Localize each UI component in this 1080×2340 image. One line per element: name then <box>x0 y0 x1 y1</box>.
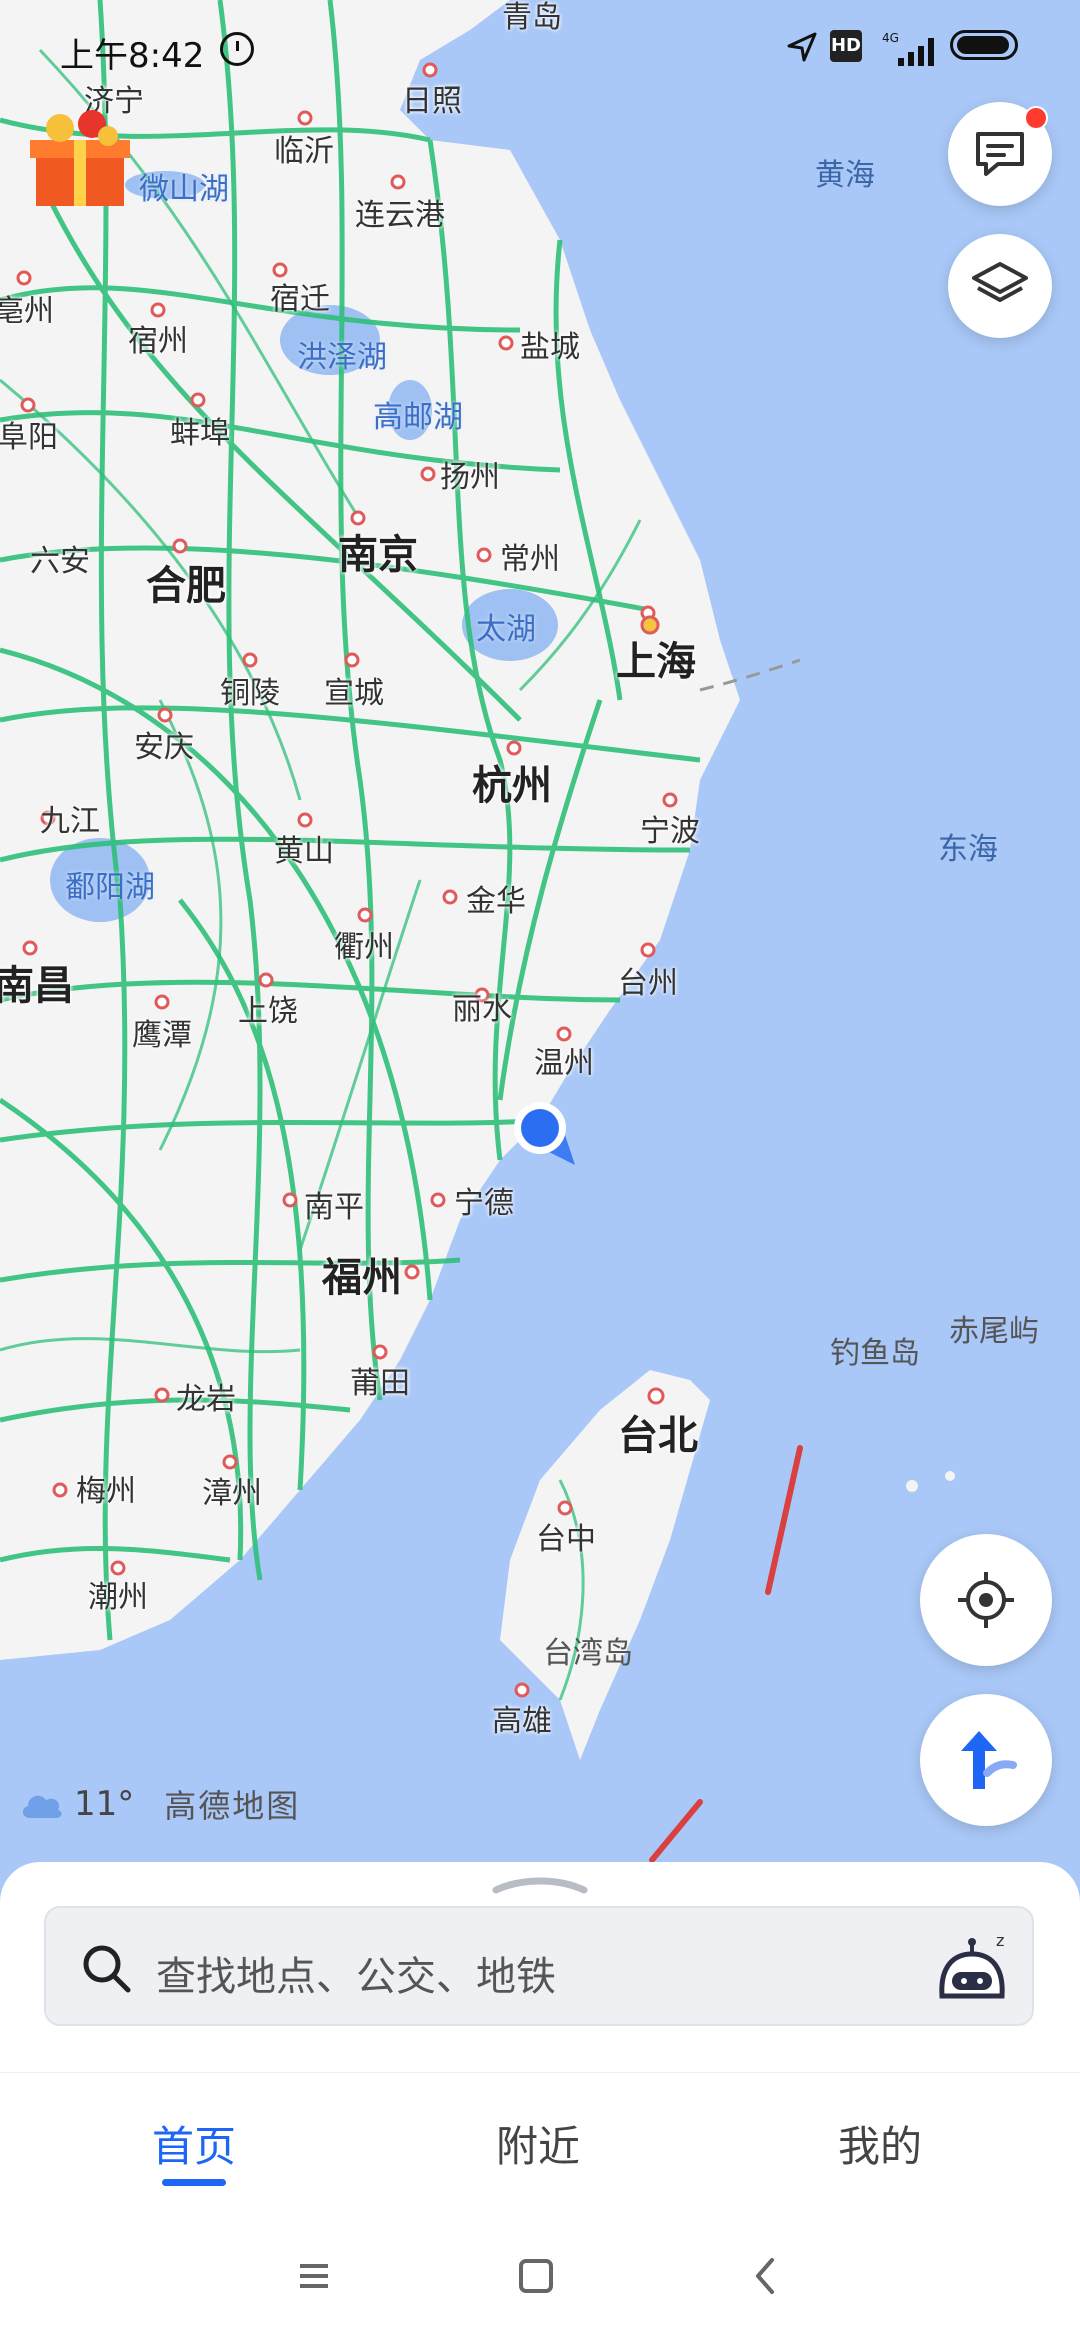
gift-icon[interactable] <box>30 110 130 210</box>
recent-apps-button[interactable] <box>286 2248 342 2304</box>
city-label[interactable]: 蚌埠 <box>170 408 230 452</box>
svg-text:z: z <box>996 1931 1004 1950</box>
city-label[interactable]: 鹰潭 <box>132 1010 192 1054</box>
locate-me-button[interactable] <box>920 1534 1052 1666</box>
tab-bar: 首页 附近 我的 <box>0 2072 1080 2212</box>
sheet-handle-icon[interactable] <box>492 1876 588 1894</box>
hd-icon: HD <box>830 30 862 62</box>
messages-button[interactable] <box>948 102 1052 206</box>
city-label[interactable]: 宿州 <box>128 316 188 360</box>
city-label[interactable]: 阜阳 <box>0 412 58 456</box>
sea-label: 东海 <box>938 832 998 867</box>
city-label[interactable]: 六安 <box>30 536 90 580</box>
map-view[interactable]: 黄海 东海 微山湖 洪泽湖 高邮湖 太湖 鄱阳湖 钓鱼岛 赤尾屿 台湾岛 南京 … <box>0 0 1080 1870</box>
city-label[interactable]: 宿迁 <box>270 274 330 318</box>
notification-badge <box>1024 106 1048 130</box>
city-label[interactable]: 漳州 <box>202 1468 262 1512</box>
search-input[interactable]: 查找地点、公交、地铁 <box>156 1944 556 2002</box>
back-button[interactable] <box>738 2248 794 2304</box>
voice-assistant-icon[interactable]: z <box>930 1926 1014 2010</box>
bottom-sheet[interactable]: 查找地点、公交、地铁 z <box>0 1862 1080 2072</box>
search-icon <box>83 1945 131 1993</box>
city-label[interactable]: 温州 <box>534 1038 594 1082</box>
city-label[interactable]: 连云港 <box>355 190 445 234</box>
city-label[interactable]: 潮州 <box>88 1572 148 1616</box>
city-label[interactable]: 南昌 <box>0 953 74 1011</box>
city-label[interactable]: 衢州 <box>334 922 394 966</box>
city-label[interactable]: 台北 <box>618 1403 698 1461</box>
cloud-icon <box>22 1795 62 1818</box>
temperature-label: 11° <box>74 1784 135 1824</box>
map-canvas <box>0 0 1080 1870</box>
city-label[interactable]: 宁波 <box>640 806 700 850</box>
city-label[interactable]: 黄山 <box>274 826 334 870</box>
city-label[interactable]: 丽水 <box>452 984 512 1028</box>
lake-label: 微山湖 <box>139 172 229 207</box>
island-label: 赤尾屿 <box>949 1314 1039 1349</box>
city-label[interactable]: 宁德 <box>454 1178 514 1222</box>
crosshair-icon <box>958 1572 1014 1628</box>
signal-icon: 4G <box>882 31 934 66</box>
city-label[interactable]: 铜陵 <box>220 668 280 712</box>
city-label[interactable]: 宣城 <box>324 668 384 712</box>
tab-mine[interactable]: 我的 <box>838 2113 922 2174</box>
tab-home[interactable]: 首页 <box>152 2113 236 2174</box>
home-button[interactable] <box>508 2248 564 2304</box>
city-label[interactable]: 台州 <box>618 958 678 1002</box>
battery-icon <box>950 30 1018 60</box>
route-button[interactable] <box>920 1694 1052 1826</box>
city-label[interactable]: 高雄 <box>492 1696 552 1740</box>
island-label: 台湾岛 <box>543 1636 633 1671</box>
city-label[interactable]: 扬州 <box>440 452 500 496</box>
alarm-icon <box>220 32 254 66</box>
location-arrow-icon <box>787 32 817 62</box>
search-bar[interactable]: 查找地点、公交、地铁 z <box>44 1906 1034 2026</box>
network-label: 4G <box>882 31 899 45</box>
city-label[interactable]: 龙岩 <box>176 1374 236 1418</box>
route-arrow-icon <box>961 1731 1017 1789</box>
status-bar: 上午8:42 HD 4G <box>0 0 1080 100</box>
city-label[interactable]: 上饶 <box>238 986 298 1030</box>
city-label[interactable]: 金华 <box>466 876 526 920</box>
city-label[interactable]: 南京 <box>338 522 418 580</box>
message-icon <box>976 132 1024 176</box>
lake-label: 太湖 <box>476 612 536 647</box>
city-label[interactable]: 九江 <box>40 796 100 840</box>
layers-button[interactable] <box>948 234 1052 338</box>
lake-label: 鄱阳湖 <box>65 870 155 905</box>
city-label[interactable]: 莆田 <box>350 1358 410 1402</box>
city-label[interactable]: 亳州 <box>0 286 54 330</box>
status-time: 上午8:42 <box>60 36 205 76</box>
city-label[interactable]: 常州 <box>500 534 560 578</box>
layers-icon <box>972 262 1028 302</box>
system-nav-bar <box>0 2210 1080 2340</box>
city-label[interactable]: 临沂 <box>274 126 334 170</box>
tab-nearby[interactable]: 附近 <box>496 2113 580 2174</box>
sea-label: 黄海 <box>815 158 875 193</box>
weather-widget[interactable]: 11° 高德地图 <box>18 1784 301 1825</box>
city-label[interactable]: 安庆 <box>134 722 194 766</box>
city-label[interactable]: 台中 <box>536 1514 596 1558</box>
lake-label: 高邮湖 <box>373 400 463 435</box>
city-label[interactable]: 上海 <box>616 629 696 687</box>
city-label[interactable]: 福州 <box>322 1245 402 1303</box>
city-label[interactable]: 南平 <box>304 1182 364 1226</box>
city-label[interactable]: 合肥 <box>146 553 226 611</box>
brand-logo-text: 高德地图 <box>164 1787 301 1825</box>
city-label[interactable]: 梅州 <box>76 1466 136 1510</box>
lake-label: 洪泽湖 <box>297 340 387 375</box>
city-label[interactable]: 盐城 <box>520 322 580 366</box>
city-label[interactable]: 杭州 <box>472 753 552 811</box>
active-tab-indicator <box>162 2179 226 2186</box>
island-label: 钓鱼岛 <box>830 1336 920 1371</box>
